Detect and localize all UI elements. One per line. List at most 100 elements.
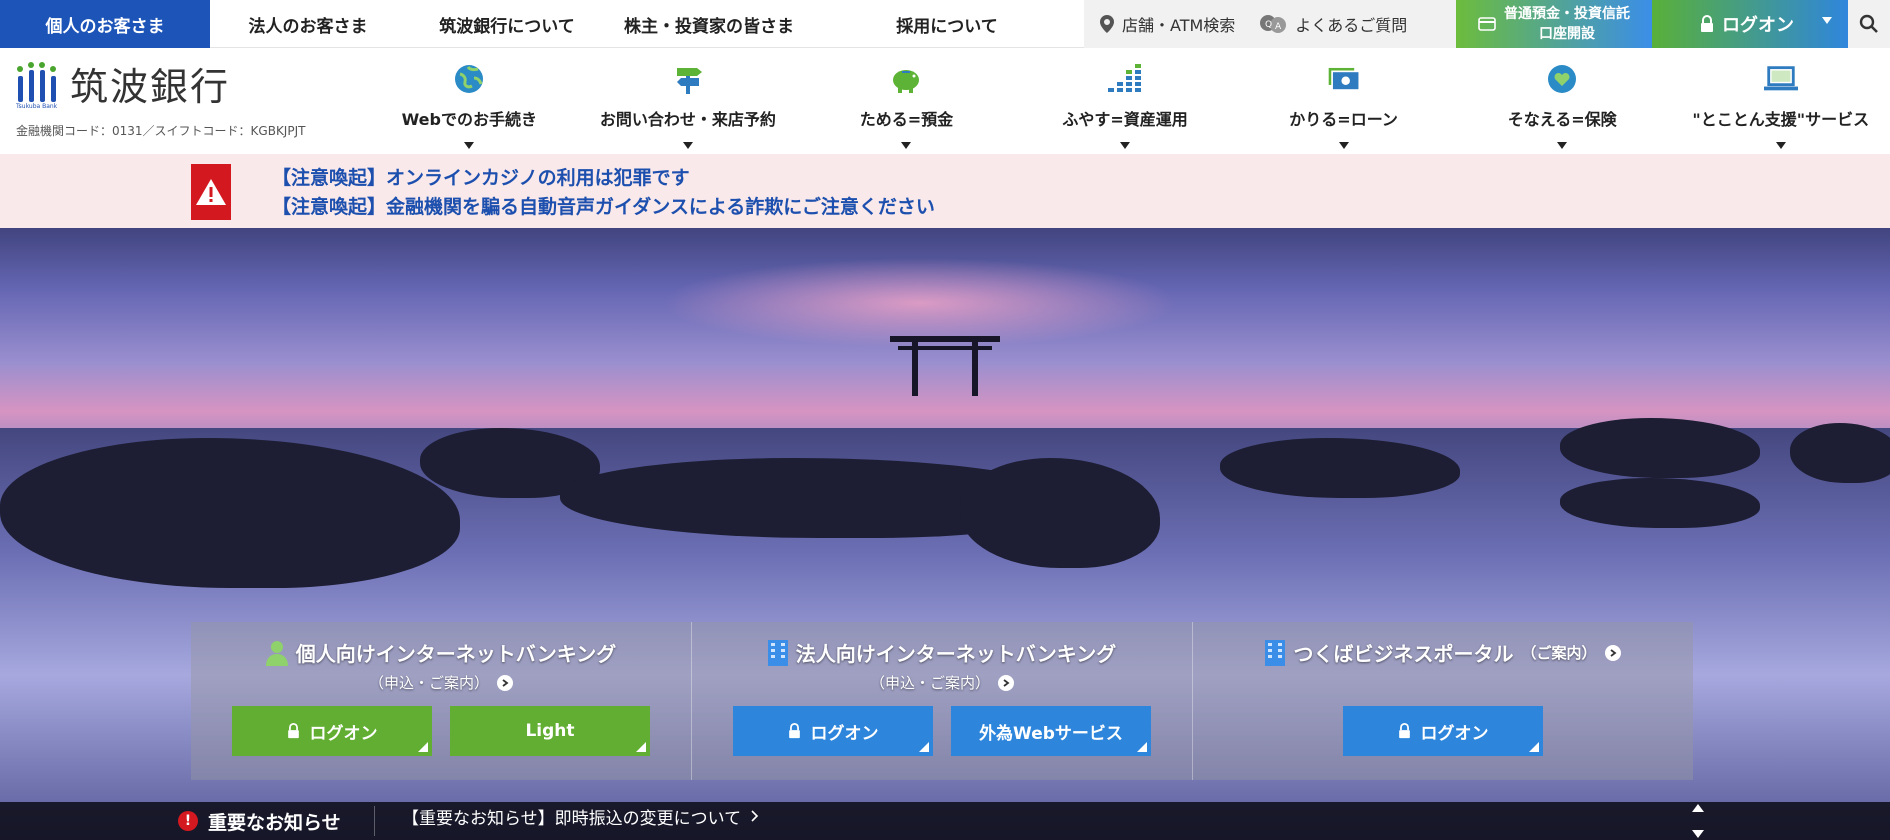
- corporate-banking-title-link[interactable]: 法人向けインターネットバンキング: [692, 638, 1192, 667]
- faq-label: よくあるご質問: [1295, 16, 1408, 35]
- hero-sunset-glow: [660, 258, 1180, 348]
- corporate-banking-section: 法人向けインターネットバンキング （申込・ご案内） ログオン 外為Webサービス: [692, 622, 1193, 780]
- tab-personal-label: 個人のお客さま: [45, 16, 165, 37]
- logo-mark-icon: Tsukuba Bank: [16, 62, 60, 110]
- corporate-banking-guide-link[interactable]: （申込・ご案内）: [692, 672, 1192, 693]
- svg-text:A: A: [1275, 22, 1282, 32]
- globe-icon: [452, 62, 486, 96]
- tab-corporate-label: 法人のお客さま: [248, 16, 368, 37]
- logon-label: ログオン: [1722, 15, 1794, 36]
- caret-down-icon: [464, 142, 475, 149]
- news-next-arrow-icon[interactable]: [1692, 830, 1704, 838]
- caret-down-icon: [682, 142, 693, 149]
- chevron-down-icon: [1822, 17, 1832, 24]
- caret-down-icon: [1120, 142, 1131, 149]
- map-pin-icon: [1100, 15, 1114, 33]
- qa-bubble-icon: QA: [1260, 15, 1287, 33]
- logo-subtitle: Tsukuba Bank: [16, 103, 58, 110]
- news-prev-arrow-icon[interactable]: [1692, 804, 1704, 812]
- business-portal-title-small: （ご案内）: [1521, 644, 1597, 662]
- chevron-right-icon: [998, 674, 1014, 691]
- piggy-bank-icon: [889, 62, 923, 96]
- personal-light-label: Light: [525, 721, 575, 741]
- forex-web-service-button[interactable]: 外為Webサービス: [951, 706, 1151, 756]
- chevron-right-icon: [1604, 644, 1621, 661]
- hero-image: 個人向けインターネットバンキング （申込・ご案内） ログオン Light 法人向…: [0, 228, 1890, 840]
- news-item-link[interactable]: 【重要なお知らせ】即時振込の変更について: [402, 802, 759, 830]
- personal-banking-title: 個人向けインターネットバンキング: [295, 642, 617, 666]
- heart-shield-icon: [1545, 62, 1579, 96]
- personal-light-button[interactable]: Light: [450, 706, 650, 756]
- account-opening-line2: 口座開設: [1539, 26, 1595, 42]
- gnav-loans-label: かりる=ローン: [1289, 110, 1398, 129]
- gnav-savings-label: ためる=預金: [859, 110, 954, 129]
- tab-about-bank[interactable]: 筑波銀行について: [406, 0, 608, 48]
- tab-about-bank-label: 筑波銀行について: [439, 16, 575, 37]
- caret-down-icon: [1338, 142, 1349, 149]
- person-icon: [265, 640, 288, 666]
- personal-banking-section: 個人向けインターネットバンキング （申込・ご案内） ログオン Light: [191, 622, 692, 780]
- faq-link[interactable]: QA よくあるご質問: [1247, 12, 1419, 36]
- gnav-insurance[interactable]: そなえる=保険: [1453, 48, 1672, 154]
- gnav-investment[interactable]: ふやす=資産運用: [1016, 48, 1235, 154]
- warning-icon: [191, 164, 231, 220]
- gnav-loans[interactable]: かりる=ローン: [1234, 48, 1453, 154]
- important-news-label: 重要なお知らせ: [208, 811, 341, 834]
- personal-banking-sub: （申込・ご案内）: [368, 674, 489, 692]
- corporate-logon-button[interactable]: ログオン: [733, 706, 933, 756]
- search-button[interactable]: [1848, 0, 1890, 48]
- card-icon: [1478, 17, 1496, 31]
- corporate-logon-label: ログオン: [810, 723, 879, 744]
- store-atm-search-label: 店舗・ATM検索: [1122, 16, 1236, 35]
- forex-web-service-label: 外為Webサービス: [979, 723, 1123, 744]
- gnav-insurance-label: そなえる=保険: [1507, 110, 1617, 129]
- gnav-savings[interactable]: ためる=預金: [797, 48, 1016, 154]
- lock-icon: [788, 723, 800, 739]
- corporate-banking-title: 法人向けインターネットバンキング: [795, 642, 1117, 666]
- business-portal-section: つくばビジネスポータル （ご案内） ログオン: [1193, 622, 1693, 780]
- logo[interactable]: Tsukuba Bank 筑波銀行: [16, 62, 230, 110]
- store-atm-search-link[interactable]: 店舗・ATM検索: [1084, 12, 1247, 36]
- logon-dropdown-button[interactable]: ログオン: [1652, 0, 1848, 48]
- tab-investors-label: 株主・投資家の皆さま: [624, 16, 794, 37]
- building-icon: [1265, 639, 1286, 666]
- search-icon: [1859, 14, 1878, 33]
- alert-link-voice-fraud[interactable]: 【注意喚起】金融機関を騙る自動音声ガイダンスによる詐欺にご注意ください: [272, 193, 935, 222]
- business-portal-logon-button[interactable]: ログオン: [1343, 706, 1543, 756]
- tab-corporate[interactable]: 法人のお客さま: [210, 0, 406, 48]
- tab-recruit[interactable]: 採用について: [810, 0, 1084, 48]
- internet-banking-panel: 個人向けインターネットバンキング （申込・ご案内） ログオン Light 法人向…: [191, 622, 1693, 780]
- site-header: Tsukuba Bank 筑波銀行 金融機関コード：0131／スイフトコード：K…: [0, 48, 1890, 154]
- personal-logon-button[interactable]: ログオン: [232, 706, 432, 756]
- gnav-web-procedures[interactable]: Webでのお手続き: [360, 48, 579, 154]
- utility-links: 店舗・ATM検索 QA よくあるご質問: [1084, 0, 1456, 48]
- important-news-heading: ! 重要なお知らせ: [178, 802, 341, 840]
- growth-chart-icon: [1108, 62, 1142, 96]
- personal-banking-title-link[interactable]: 個人向けインターネットバンキング: [191, 638, 691, 667]
- gnav-support-services[interactable]: "とことん支援"サービス: [1671, 48, 1890, 154]
- tab-investors[interactable]: 株主・投資家の皆さま: [608, 0, 810, 48]
- utility-bar: 個人のお客さま 法人のお客さま 筑波銀行について 株主・投資家の皆さま 採用につ…: [0, 0, 1890, 48]
- alert-link-online-casino[interactable]: 【注意喚起】オンラインカジノの利用は犯罪です: [272, 164, 935, 193]
- gnav-investment-label: ふやす=資産運用: [1062, 110, 1188, 129]
- signpost-icon: [671, 62, 705, 96]
- alert-banner: 【注意喚起】オンラインカジノの利用は犯罪です 【注意喚起】金融機関を騙る自動音声…: [0, 154, 1890, 228]
- chevron-right-icon: [497, 674, 513, 691]
- lock-icon: [287, 723, 299, 739]
- personal-banking-guide-link[interactable]: （申込・ご案内）: [191, 672, 691, 693]
- lock-icon: [1398, 723, 1410, 739]
- gnav-web-procedures-label: Webでのお手続き: [401, 110, 537, 129]
- bank-code: 金融機関コード：0131／スイフトコード：KGBKJPJT: [16, 124, 306, 138]
- gnav-support-services-label: "とことん支援"サービス: [1692, 110, 1870, 129]
- account-opening-line1: 普通預金・投資信託: [1504, 6, 1630, 22]
- building-icon: [767, 639, 788, 666]
- laptop-icon: [1763, 62, 1798, 96]
- account-opening-button[interactable]: 普通預金・投資信託 口座開設: [1456, 0, 1652, 48]
- tab-personal[interactable]: 個人のお客さま: [0, 0, 210, 48]
- business-portal-title-link[interactable]: つくばビジネスポータル （ご案内）: [1193, 638, 1693, 667]
- chevron-right-icon: [751, 810, 759, 822]
- exclamation-icon: !: [178, 811, 198, 831]
- banknote-icon: [1327, 62, 1361, 96]
- business-portal-logon-label: ログオン: [1420, 723, 1489, 744]
- gnav-contact-reservation[interactable]: お問い合わせ・来店予約: [579, 48, 798, 154]
